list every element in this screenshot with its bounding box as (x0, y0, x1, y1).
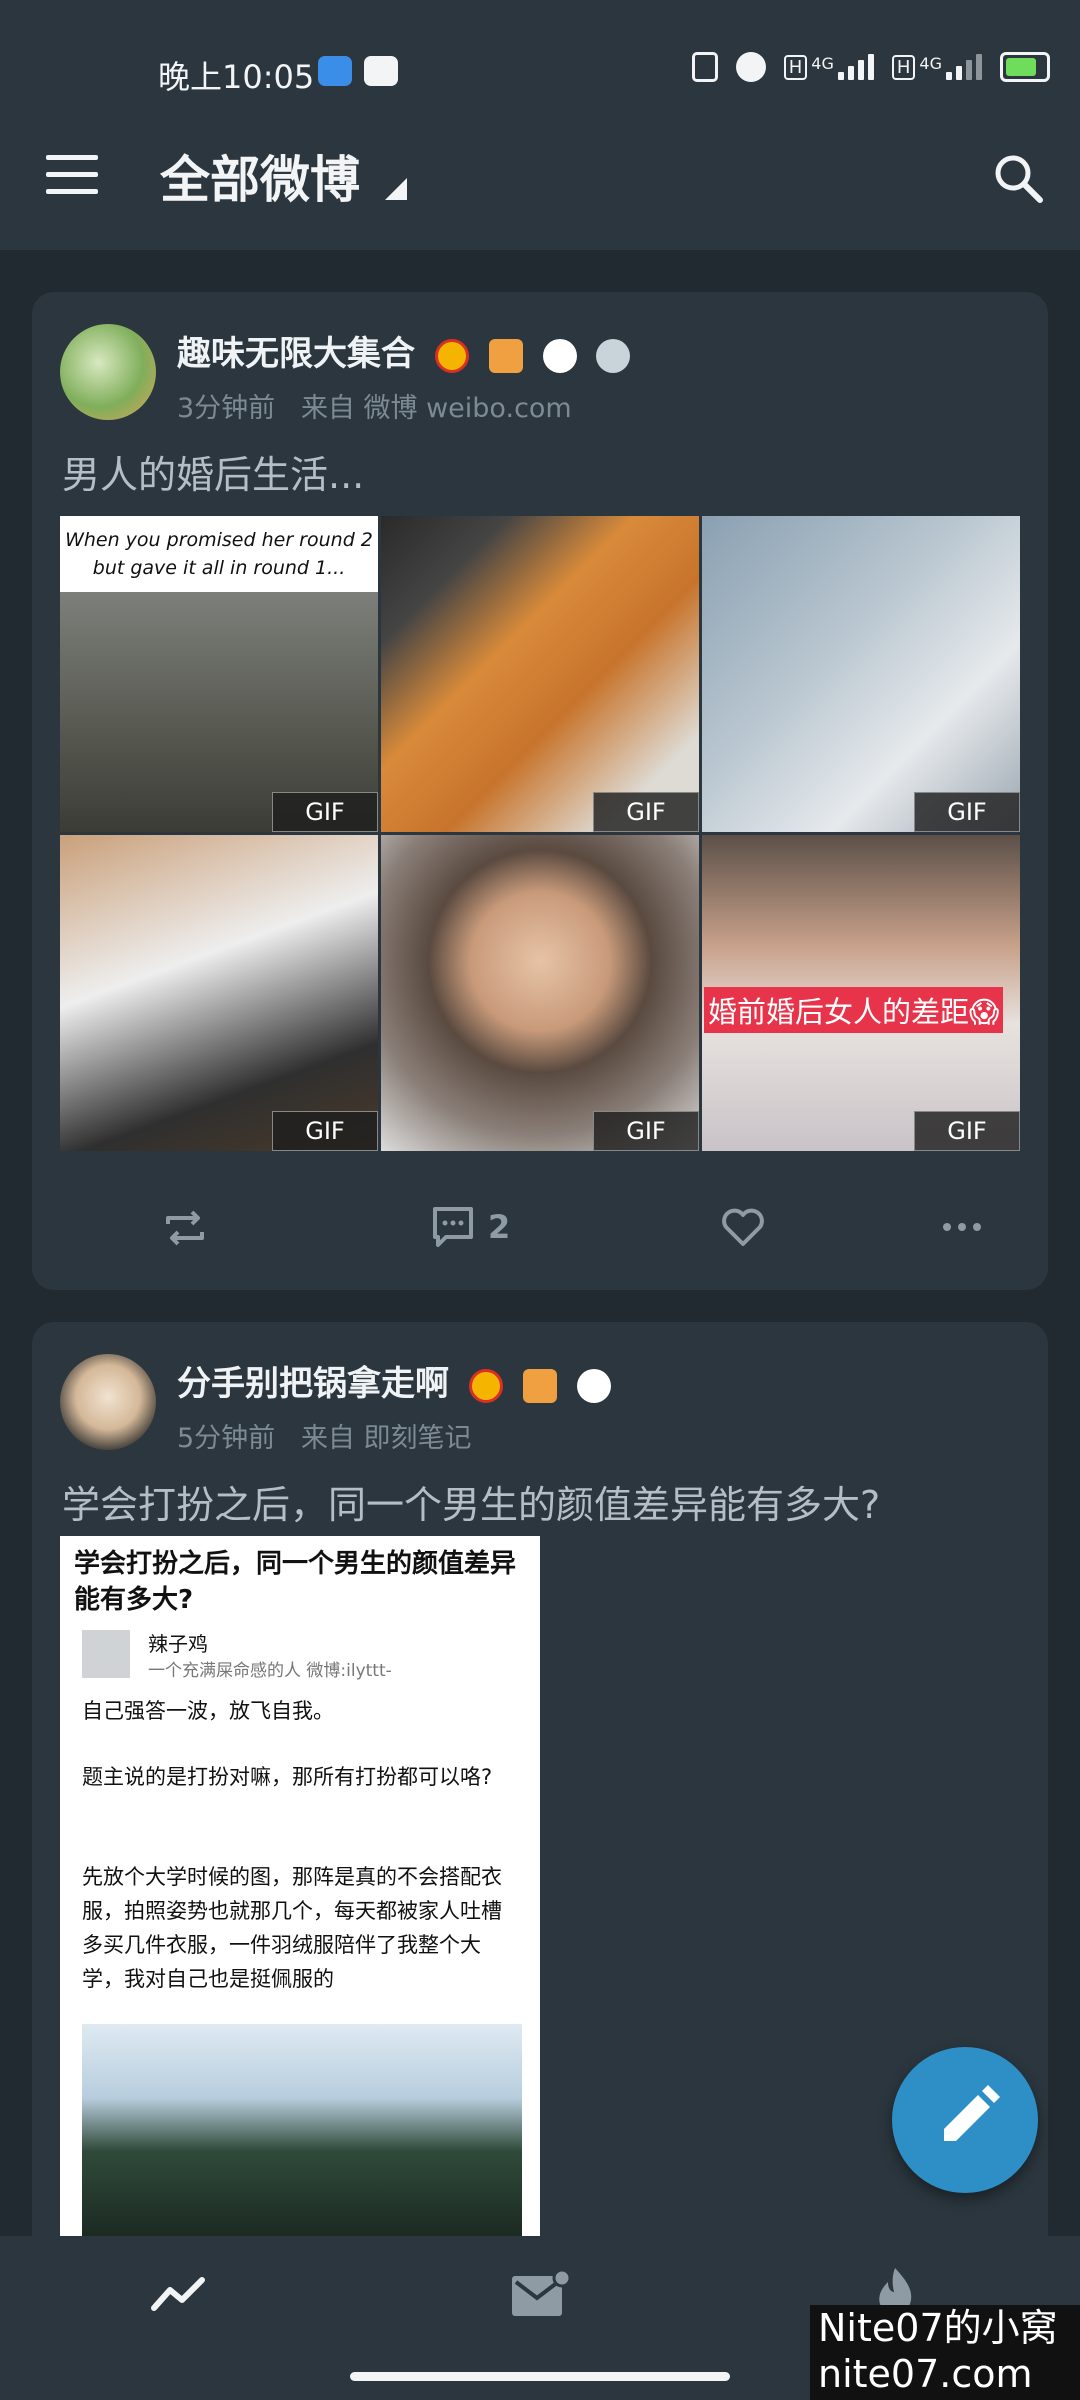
comment-icon (433, 1207, 473, 1247)
signal-2: H 4G (891, 54, 982, 80)
embed-user-avatar (82, 1630, 130, 1678)
post-image[interactable]: GIF (381, 516, 699, 832)
post-time: 3分钟前 (177, 393, 276, 424)
crown-icon (522, 1368, 557, 1403)
post-card[interactable]: 趣味无限大集合 3分钟前 来自 微博 weibo.com 男人的婚后生活... … (32, 292, 1048, 1290)
avatar[interactable] (60, 1354, 156, 1450)
like-button[interactable] (720, 1206, 766, 1248)
embed-title: 学会打扮之后，同一个男生的颜值差异能有多大? (74, 1549, 517, 1615)
dropdown-arrow-icon[interactable] (385, 178, 407, 200)
menu-icon[interactable] (46, 155, 98, 199)
post-image[interactable]: GIF (702, 516, 1020, 832)
nav-mail-icon[interactable] (508, 2268, 572, 2320)
post-text[interactable]: 男人的婚后生活... (62, 444, 364, 499)
crown-icon (488, 338, 523, 373)
comment-count: 2 (488, 1208, 511, 1246)
more-button[interactable] (942, 1222, 982, 1232)
image-caption: When you promised her round 2 but gave it… (65, 529, 373, 579)
gif-badge: GIF (914, 1111, 1020, 1151)
embed-paragraph: 题主说的是打扮对嘛，那所有打扮都可以咯? (82, 1765, 493, 1789)
status-time: 晚上10:05 (158, 58, 315, 96)
image-grid: When you promised her round 2 but gave it… (60, 516, 1020, 1151)
repost-button[interactable] (162, 1208, 208, 1248)
page-title[interactable]: 全部微博 (160, 140, 360, 212)
more-icon (943, 1223, 981, 1231)
heart-icon (722, 1208, 764, 1246)
search-icon[interactable] (990, 150, 1046, 206)
status-app-icon-2 (364, 56, 398, 86)
panda-icon (542, 338, 577, 373)
watermark: Nite07的小窝 nite07.com (810, 2305, 1080, 2400)
repost-icon (166, 1210, 204, 1246)
signal-1: H 4G (783, 54, 874, 80)
panda-icon (576, 1368, 611, 1403)
compose-button[interactable] (892, 2047, 1038, 2193)
post-image[interactable]: GIF (60, 835, 378, 1151)
gif-badge: GIF (272, 1111, 378, 1151)
battery-icon (1000, 52, 1050, 82)
post-image[interactable]: GIF (381, 835, 699, 1151)
status-app-icon-1 (318, 56, 352, 86)
gif-badge: GIF (593, 792, 699, 832)
post-image[interactable]: When you promised her round 2 but gave it… (60, 516, 378, 832)
image-overlay-text: 婚前婚后女人的差距😱 (704, 987, 1004, 1033)
post-text[interactable]: 学会打扮之后，同一个男生的颜值差异能有多大? (62, 1474, 880, 1529)
avatar[interactable] (60, 324, 156, 420)
embed-paragraph: 先放个大学时候的图，那阵是真的不会搭配衣服，拍照姿势也就那几个，每天都被家人吐槽… (82, 1865, 502, 1991)
medal-icon (596, 338, 631, 373)
embed-user-desc: 一个充满屎命感的人 微博:ilyttt- (148, 1661, 392, 1681)
author-name[interactable]: 趣味无限大集合 (177, 326, 631, 375)
post-source: 来自 微博 weibo.com (300, 393, 572, 424)
home-indicator[interactable] (350, 2372, 730, 2381)
post-image[interactable]: 婚前婚后女人的差距😱 GIF (702, 835, 1020, 1151)
verified-icon (468, 1368, 503, 1403)
comment-button[interactable]: 2 (430, 1204, 510, 1250)
verified-icon (434, 338, 469, 373)
gif-badge: GIF (272, 792, 378, 832)
embed-photo (82, 2024, 522, 2236)
gif-badge: GIF (914, 792, 1020, 832)
vibrate-icon (691, 52, 718, 82)
author-name[interactable]: 分手别把锅拿走啊 (177, 1356, 611, 1405)
post-source: 来自 即刻笔记 (300, 1423, 472, 1454)
embed-paragraph: 自己强答一波，放飞自我。 (82, 1699, 334, 1723)
post-meta: 3分钟前 来自 微博 weibo.com (177, 386, 572, 425)
embed-user-name: 辣子鸡 (148, 1632, 208, 1656)
status-indicators: H 4G H 4G (691, 52, 1050, 82)
nav-trend-icon[interactable] (148, 2272, 210, 2316)
pencil-icon (944, 2085, 1000, 2141)
embedded-long-image[interactable]: 学会打扮之后，同一个男生的颜值差异能有多大? 辣子鸡 一个充满屎命感的人 微博:… (60, 1536, 540, 2236)
gif-badge: GIF (593, 1111, 699, 1151)
post-time: 5分钟前 (177, 1423, 276, 1454)
post-meta: 5分钟前 来自 即刻笔记 (177, 1416, 472, 1455)
planet-icon (735, 52, 766, 82)
